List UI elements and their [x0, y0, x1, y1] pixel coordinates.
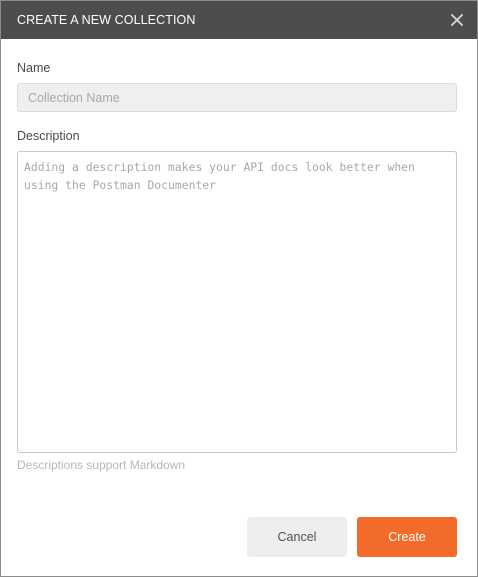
modal-title: CREATE A NEW COLLECTION — [17, 13, 196, 27]
close-icon — [451, 14, 463, 26]
cancel-button[interactable]: Cancel — [247, 517, 347, 557]
close-button[interactable] — [447, 10, 467, 30]
modal-header: CREATE A NEW COLLECTION — [1, 1, 477, 39]
description-textarea[interactable] — [17, 151, 457, 453]
collection-name-input[interactable] — [17, 83, 457, 112]
markdown-hint: Descriptions support Markdown — [17, 458, 186, 472]
create-button[interactable]: Create — [357, 517, 457, 557]
description-label: Description — [17, 129, 80, 143]
name-label: Name — [17, 61, 51, 75]
create-collection-modal: CREATE A NEW COLLECTION Name Description… — [0, 0, 478, 577]
